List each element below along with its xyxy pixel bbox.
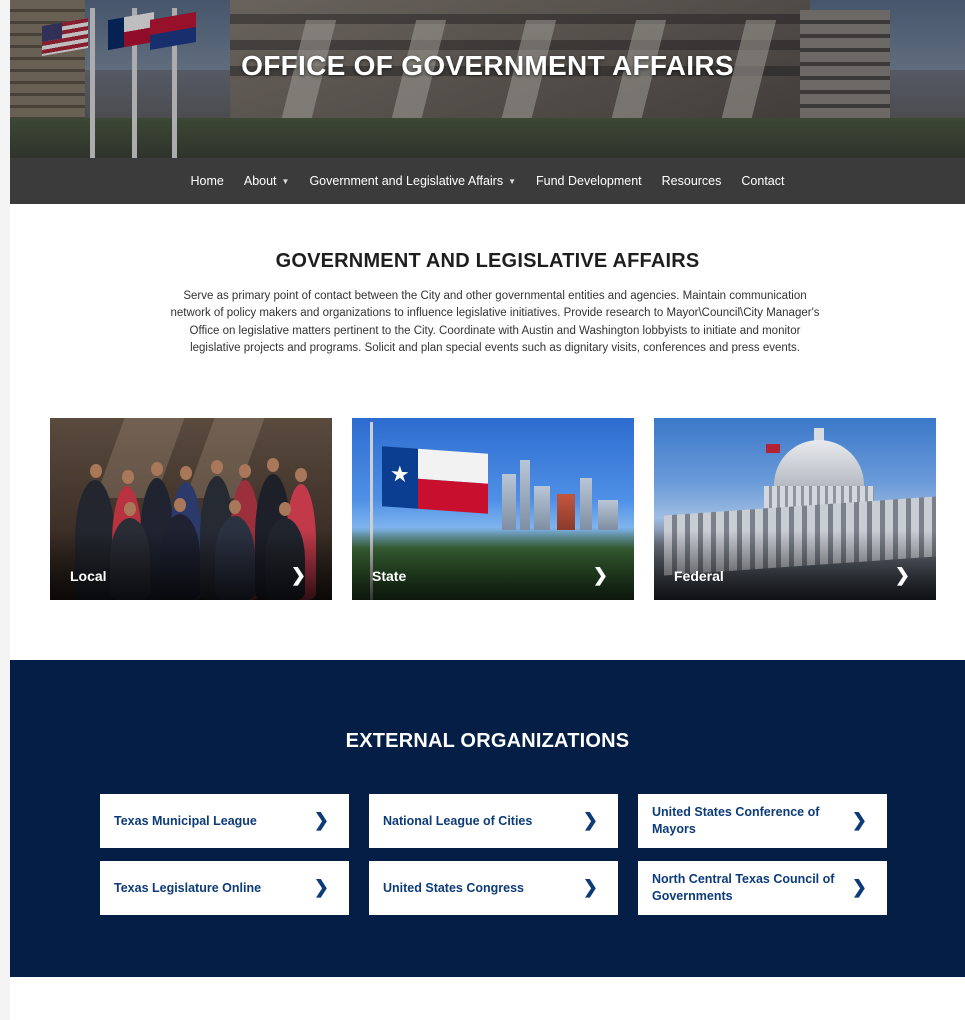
link-national-league-of-cities[interactable]: National League of Cities ❯: [369, 794, 618, 848]
nav-government-legislative-affairs[interactable]: Government and Legislative Affairs ▼: [309, 174, 516, 188]
chevron-right-icon: ❯: [313, 810, 329, 831]
hero-banner: OFFICE OF GOVERNMENT AFFAIRS: [10, 0, 965, 158]
chevron-right-icon: ❯: [894, 565, 910, 585]
external-organizations-title: EXTERNAL ORGANIZATIONS: [345, 730, 630, 752]
texas-flag-icon: ★: [382, 446, 488, 514]
link-texas-legislature-online[interactable]: Texas Legislature Online ❯: [100, 861, 349, 915]
card-federal[interactable]: Federal ❯: [654, 418, 936, 600]
chevron-right-icon: ❯: [582, 877, 598, 898]
link-texas-municipal-league[interactable]: Texas Municipal League ❯: [100, 794, 349, 848]
nav-resources[interactable]: Resources: [662, 174, 722, 188]
card-local[interactable]: Local ❯: [50, 418, 332, 600]
caret-down-icon: ▼: [281, 176, 290, 186]
page: OFFICE OF GOVERNMENT AFFAIRS Home About ▼…: [10, 0, 965, 1020]
card-label: Federal: [674, 568, 724, 584]
chevron-right-icon: ❯: [313, 877, 329, 898]
chevron-right-icon: ❯: [592, 565, 608, 585]
link-us-congress[interactable]: United States Congress ❯: [369, 861, 618, 915]
intro-paragraph: Serve as primary point of contact betwee…: [170, 290, 820, 355]
nav-fund-development[interactable]: Fund Development: [536, 174, 642, 188]
card-label: Local: [70, 568, 107, 584]
nav-about[interactable]: About ▼: [244, 174, 290, 188]
page-title: OFFICE OF GOVERNMENT AFFAIRS: [241, 50, 734, 81]
chevron-right-icon: ❯: [851, 877, 867, 898]
link-nctcog[interactable]: North Central Texas Council of Governmen…: [638, 861, 887, 915]
section-title: GOVERNMENT AND LEGISLATIVE AFFAIRS: [275, 250, 700, 272]
us-flag-icon: [766, 444, 780, 453]
card-state[interactable]: ★ State ❯: [352, 418, 634, 600]
chevron-right-icon: ❯: [851, 810, 867, 831]
chevron-right-icon: ❯: [582, 810, 598, 831]
nav-home[interactable]: Home: [191, 174, 224, 188]
chevron-right-icon: ❯: [290, 565, 306, 585]
card-label: State: [372, 568, 407, 584]
nav-contact[interactable]: Contact: [741, 174, 784, 188]
main-nav: Home About ▼ Government and Legislative A…: [10, 158, 965, 204]
caret-down-icon: ▼: [508, 176, 517, 186]
link-us-conference-of-mayors[interactable]: United States Conference of Mayors ❯: [638, 794, 887, 848]
